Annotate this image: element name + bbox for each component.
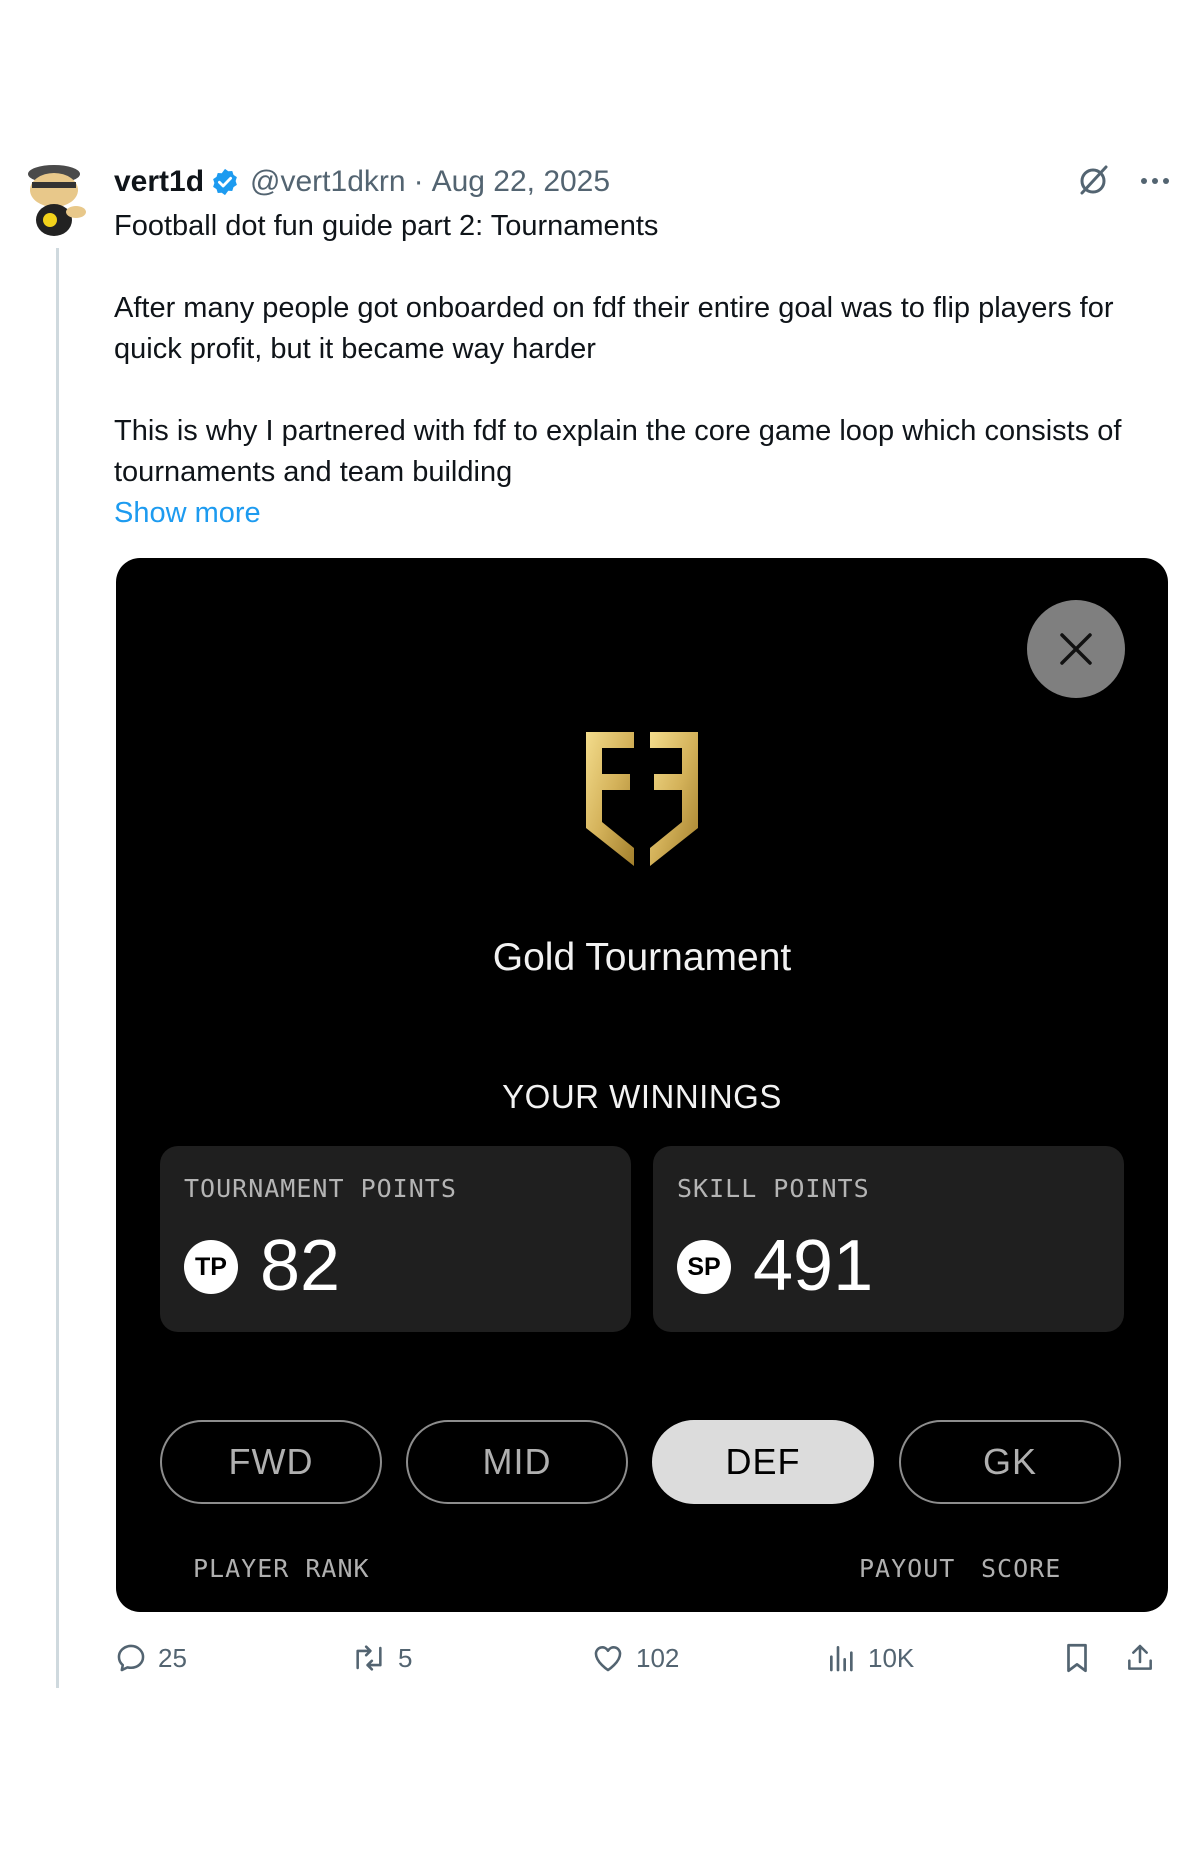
- share-icon: [1128, 1644, 1152, 1670]
- bookmark-button[interactable]: [1062, 1636, 1092, 1680]
- close-icon: [1060, 633, 1092, 665]
- like-button[interactable]: 102: [590, 1636, 679, 1680]
- stat-label: TOURNAMENT POINTS: [184, 1174, 457, 1203]
- views-count: 10K: [868, 1642, 915, 1673]
- grok-icon[interactable]: [1076, 162, 1112, 203]
- position-tab-mid[interactable]: MID: [406, 1420, 628, 1504]
- tournament-points-card: TOURNAMENT POINTS TP 82: [160, 1146, 631, 1332]
- header-actions: [1076, 162, 1170, 202]
- views-icon: [830, 1646, 853, 1672]
- post-date[interactable]: Aug 22, 2025: [432, 165, 611, 199]
- display-name[interactable]: vert1d: [114, 165, 204, 199]
- repost-count: 5: [398, 1642, 413, 1673]
- tweet-header: vert1d @vert1dkrn · Aug 22, 2025: [114, 162, 610, 202]
- tp-badge-icon: TP: [184, 1240, 238, 1294]
- handle[interactable]: @vert1dkrn: [250, 165, 406, 199]
- views-button[interactable]: 10K: [826, 1636, 914, 1680]
- media-card[interactable]: Gold Tournament YOUR WINNINGS TOURNAMENT…: [116, 558, 1168, 1612]
- bookmark-icon: [1067, 1643, 1087, 1673]
- position-tab-def[interactable]: DEF: [652, 1420, 874, 1504]
- repost-icon: [356, 1645, 382, 1671]
- sp-badge-icon: SP: [677, 1240, 731, 1294]
- skill-points-card: SKILL POINTS SP 491: [653, 1146, 1124, 1332]
- position-tab-fwd[interactable]: FWD: [160, 1420, 382, 1504]
- reply-icon: [117, 1644, 145, 1672]
- stat-value: 491: [753, 1226, 874, 1306]
- separator-dot: ·: [413, 165, 424, 198]
- verified-badge-icon[interactable]: [210, 167, 240, 197]
- tweet-text: Football dot fun guide part 2: Tournamen…: [114, 206, 1174, 534]
- heart-icon: [594, 1646, 622, 1672]
- column-payout: PAYOUT: [859, 1554, 956, 1583]
- tournament-title: Gold Tournament: [492, 936, 792, 979]
- like-count: 102: [636, 1642, 680, 1673]
- action-bar: 25 5 102 10K: [114, 1636, 1174, 1680]
- more-options-icon[interactable]: [1140, 173, 1170, 191]
- thread-line: [56, 248, 59, 1688]
- column-player-rank: PLAYER RANK: [193, 1554, 370, 1583]
- reply-count: 25: [158, 1642, 187, 1673]
- tweet: vert1d @vert1dkrn · Aug 22, 2025 Footbal…: [0, 0, 1200, 1860]
- tweet-paragraph-3: This is why I partnered with fdf to expl…: [114, 415, 1122, 488]
- tweet-paragraph-2: After many people got onboarded on fdf t…: [114, 292, 1114, 365]
- close-button[interactable]: [1027, 600, 1125, 698]
- stat-value: 82: [260, 1226, 341, 1306]
- fdf-logo-icon: [584, 730, 700, 866]
- tweet-line-1: Football dot fun guide part 2: Tournamen…: [114, 210, 659, 242]
- winnings-heading: YOUR WINNINGS: [502, 1078, 782, 1115]
- show-more-link[interactable]: Show more: [114, 493, 1174, 534]
- repost-button[interactable]: 5: [350, 1636, 412, 1680]
- position-tab-gk[interactable]: GK: [899, 1420, 1121, 1504]
- column-score: SCORE: [981, 1554, 1062, 1583]
- avatar[interactable]: [18, 160, 94, 244]
- stat-label: SKILL POINTS: [677, 1174, 870, 1203]
- share-button[interactable]: [1124, 1636, 1156, 1680]
- reply-button[interactable]: 25: [114, 1636, 187, 1680]
